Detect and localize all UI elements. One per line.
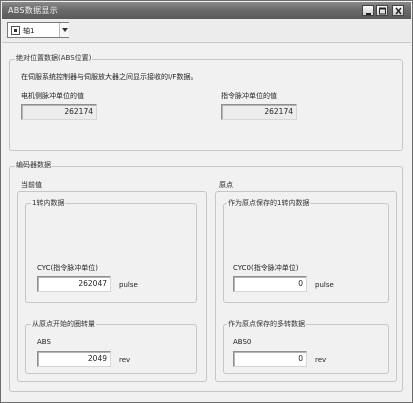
motor-side-label: 电机侧脉冲单位的值 (21, 92, 84, 100)
absolute-position-description: 在伺服系统控制器与伺服放大器之间显示接收的I/F数据。 (21, 73, 198, 81)
current-in-rev-legend: 1转内数据 (31, 198, 66, 208)
abs-unit: rev (119, 356, 131, 364)
cyc0-label: CYC0(指令脉冲单位) (233, 264, 299, 272)
axis-icon (11, 26, 20, 35)
abs0-value-field: 0 (233, 351, 307, 367)
cyc-value-field: 262047 (37, 276, 111, 292)
abs-label: ABS (37, 338, 51, 346)
close-button[interactable] (392, 5, 404, 16)
cyc-unit: pulse (119, 281, 138, 289)
command-pulse-value-field: 262174 (221, 104, 297, 120)
window-title: ABS数据显示 (8, 6, 58, 15)
axis-select-value: 轴1 (23, 27, 35, 35)
abs0-label: ABS0 (233, 338, 252, 346)
command-pulse-label: 指令脉冲单位的值 (221, 92, 277, 100)
abs0-unit: rev (315, 356, 327, 364)
origin-multi-rev-legend: 作为原点保存的多转数据 (227, 319, 306, 329)
cyc0-value-field: 0 (233, 276, 307, 292)
maximize-icon (379, 7, 386, 15)
minimize-button[interactable] (362, 5, 374, 16)
title-bar[interactable]: ABS数据显示 (2, 2, 411, 19)
current-value-heading: 当前值 (21, 181, 42, 189)
chevron-down-icon (62, 28, 68, 32)
motor-side-value-field: 262174 (21, 104, 97, 120)
minimize-icon (366, 13, 371, 15)
cyc-label: CYC(指令脉冲单位) (37, 264, 99, 272)
origin-in-rev-legend: 作为原点保存的1转内数据 (227, 198, 311, 208)
maximize-button[interactable] (376, 5, 388, 16)
cyc0-unit: pulse (315, 281, 334, 289)
current-multi-rev-legend: 从原点开始的圈转量 (31, 319, 96, 329)
close-icon (395, 7, 402, 15)
origin-heading: 原点 (219, 181, 233, 189)
abs-data-window: ABS数据显示 轴1 绝对位置数据(ABS位置) 在伺服系统控制器与伺服放大器之… (0, 0, 413, 403)
axis-select-arrow[interactable] (59, 23, 69, 37)
toolbar: 轴1 (2, 19, 411, 43)
absolute-position-legend: 绝对位置数据(ABS位置) (15, 53, 93, 63)
axis-select[interactable]: 轴1 (7, 22, 69, 38)
encoder-data-legend: 编码器数据 (15, 160, 52, 170)
abs-value-field: 2049 (37, 351, 111, 367)
